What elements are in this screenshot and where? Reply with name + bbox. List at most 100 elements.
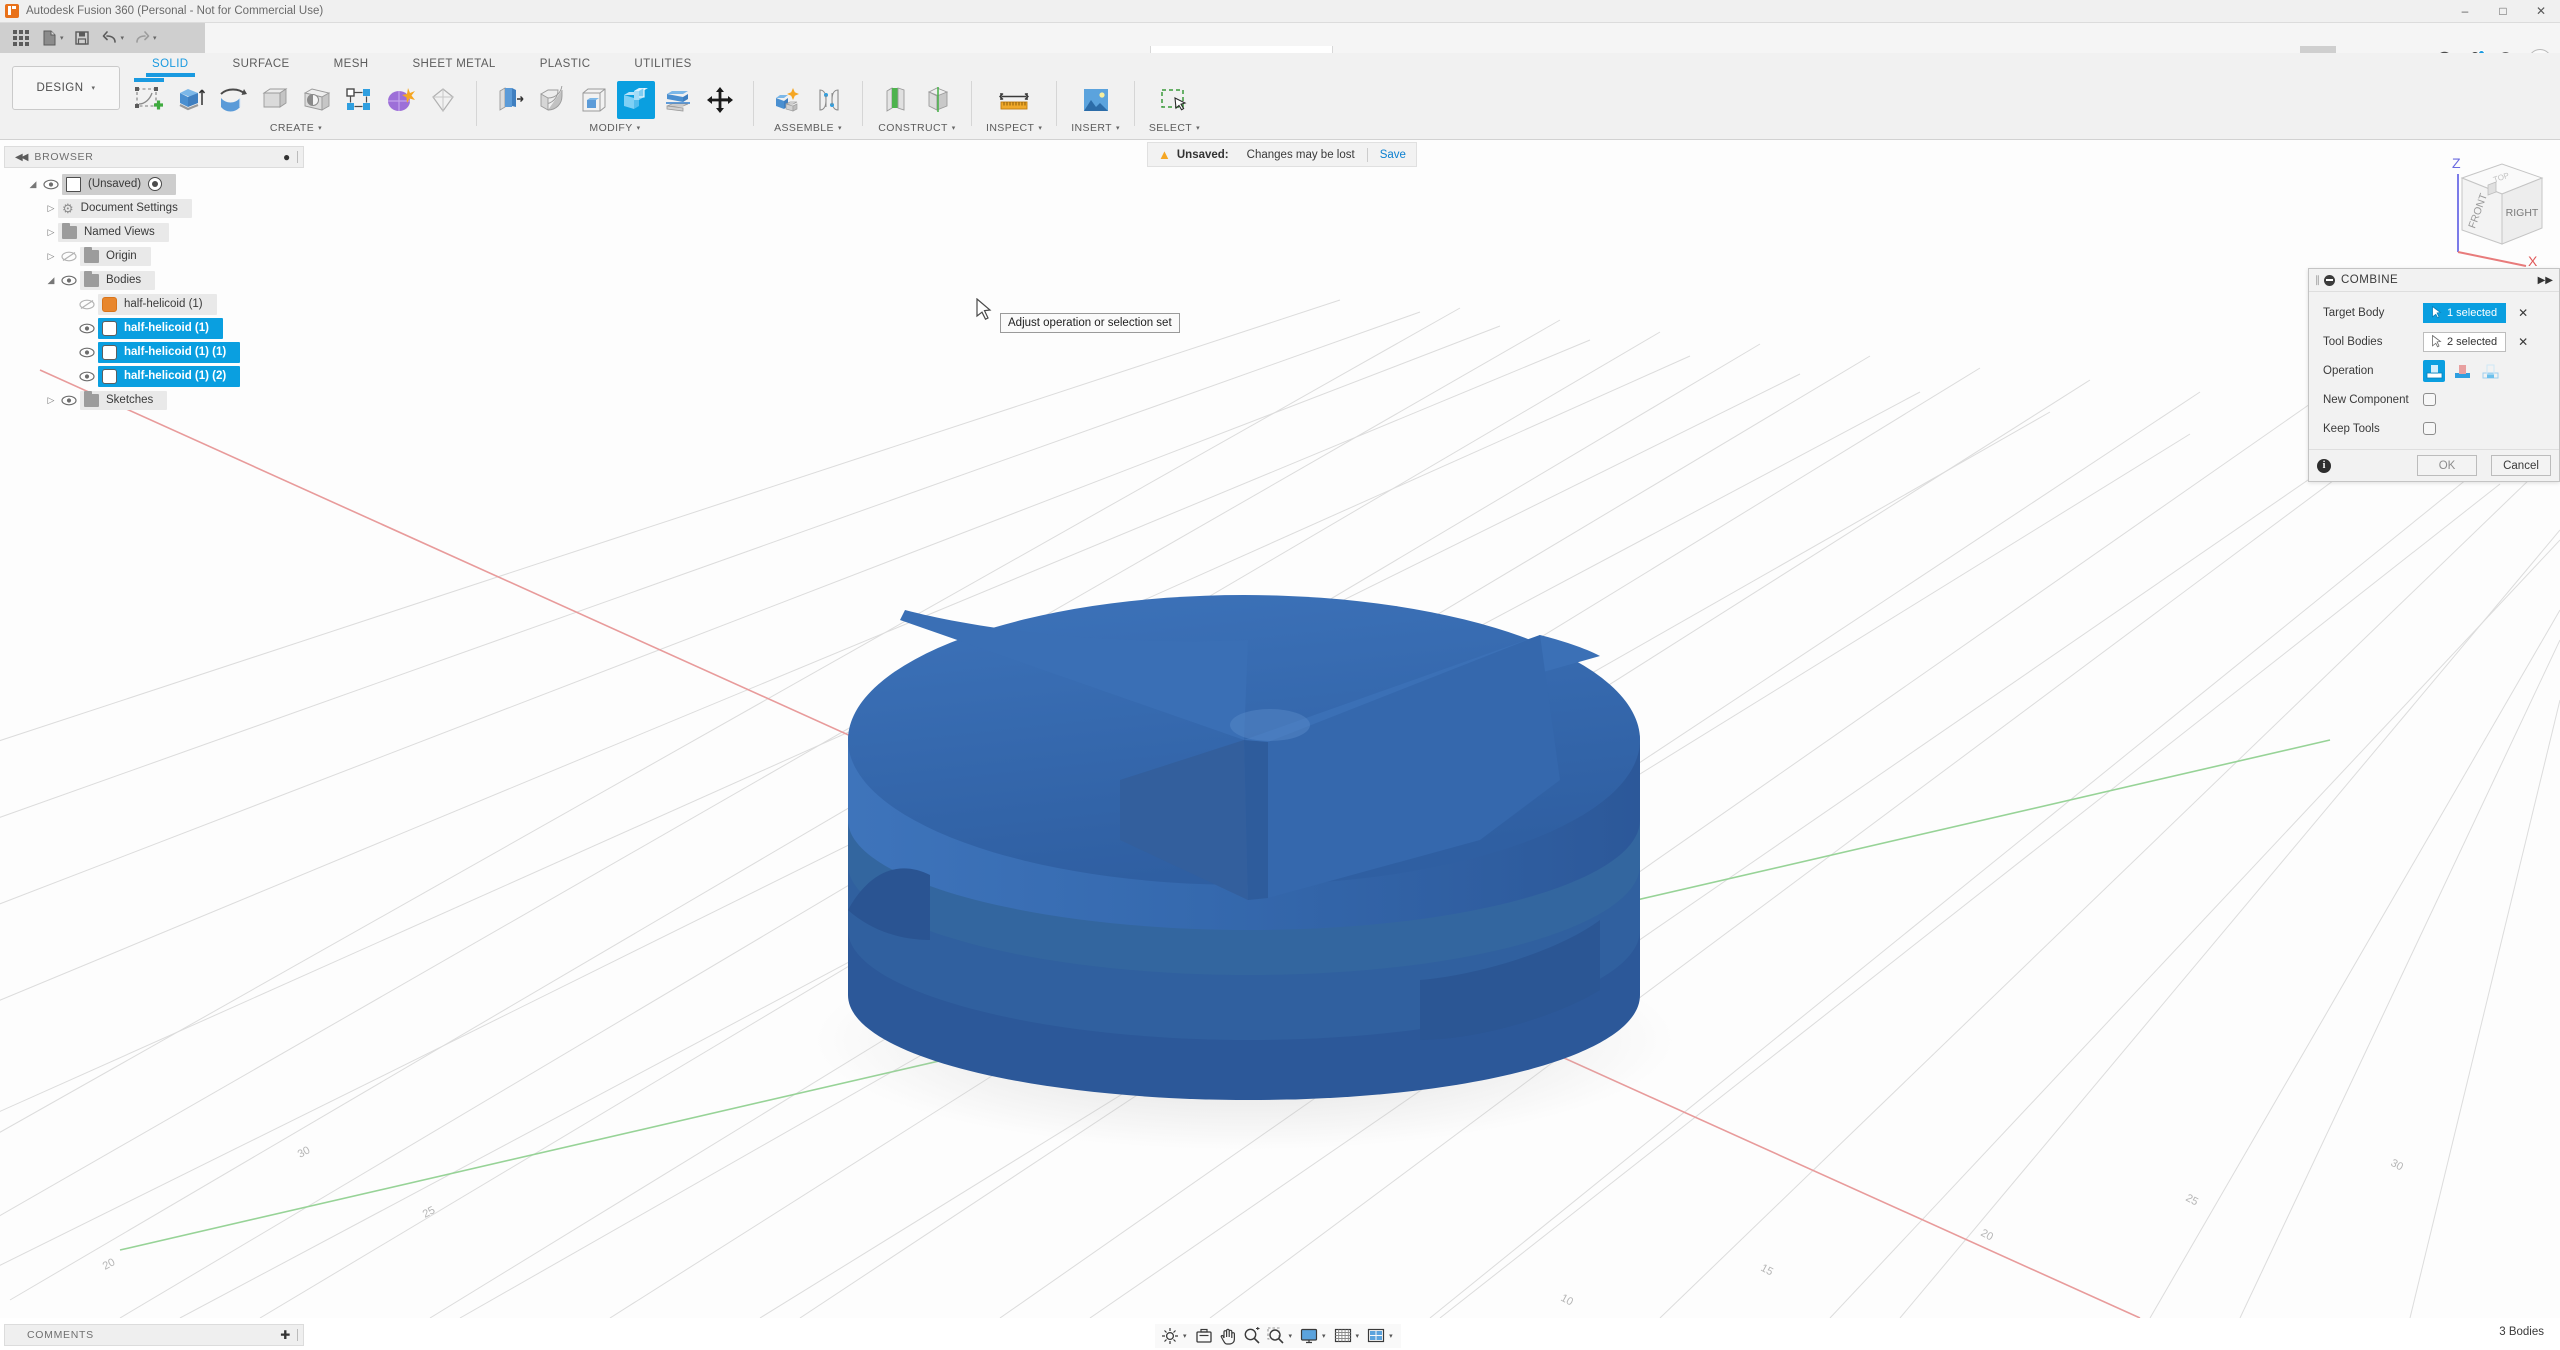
- create-form-icon[interactable]: [382, 81, 420, 119]
- cut-icon[interactable]: [2451, 360, 2473, 382]
- redo-caret[interactable]: ▾: [153, 34, 157, 42]
- tree-node-label-wrap[interactable]: ⚙ Document Settings: [58, 199, 192, 218]
- expand-right-icon[interactable]: ▶▶: [2538, 275, 2553, 286]
- panel-label-create[interactable]: CREATE ▾: [270, 122, 322, 134]
- redo-icon[interactable]: [129, 26, 155, 50]
- sweep-icon[interactable]: [256, 81, 294, 119]
- new-component-icon[interactable]: [768, 81, 806, 119]
- panel-grip[interactable]: [297, 151, 298, 163]
- expand-arrow-icon[interactable]: ▷: [44, 395, 58, 406]
- revolve-icon[interactable]: [214, 81, 252, 119]
- new-component-checkbox[interactable]: [2423, 393, 2436, 406]
- visibility-eye-off-icon[interactable]: [76, 299, 98, 310]
- viewports-icon[interactable]: [1365, 1325, 1387, 1347]
- hole-icon[interactable]: [298, 81, 336, 119]
- fillet-icon[interactable]: [533, 81, 571, 119]
- target-body-clear[interactable]: ✕: [2518, 306, 2528, 320]
- tab-sheet-metal[interactable]: SHEET METAL: [390, 56, 517, 73]
- expand-arrow-icon[interactable]: ▷: [44, 227, 58, 238]
- shell-icon[interactable]: [575, 81, 613, 119]
- chevron-down-icon[interactable]: ▾: [1183, 1332, 1187, 1340]
- intersect-icon[interactable]: [2479, 360, 2501, 382]
- tree-node-label-wrap[interactable]: Origin: [80, 247, 151, 266]
- chevron-down-icon[interactable]: ▾: [1356, 1332, 1360, 1340]
- cancel-button[interactable]: Cancel: [2491, 455, 2551, 476]
- close-button[interactable]: ✕: [2522, 0, 2560, 23]
- tree-node-bodies[interactable]: ◢ Bodies: [4, 268, 304, 292]
- visibility-eye-icon[interactable]: [40, 179, 62, 190]
- undo-icon[interactable]: [97, 26, 123, 50]
- expand-arrow-icon[interactable]: ◢: [44, 275, 58, 286]
- app-grid-icon[interactable]: [8, 26, 34, 50]
- panel-label-modify[interactable]: MODIFY ▾: [589, 122, 640, 134]
- visibility-eye-icon[interactable]: [58, 275, 80, 286]
- measure-icon[interactable]: [995, 81, 1033, 119]
- joint-icon[interactable]: [810, 81, 848, 119]
- undo-caret[interactable]: ▾: [121, 34, 125, 42]
- create-sketch-icon[interactable]: [130, 81, 168, 119]
- zoom-icon[interactable]: [1241, 1325, 1263, 1347]
- look-at-icon[interactable]: [1193, 1325, 1215, 1347]
- tool-bodies-clear[interactable]: ✕: [2518, 335, 2528, 349]
- expand-arrow-icon[interactable]: ▷: [44, 203, 58, 214]
- tree-node-body-0[interactable]: half-helicoid (1): [4, 292, 304, 316]
- viewport-canvas[interactable]: 30 25 20 15 10 5 10 15 20 25 30: [0, 140, 2560, 1318]
- tree-node-origin[interactable]: ▷ Origin: [4, 244, 304, 268]
- panel-settings-icon[interactable]: ●: [283, 150, 291, 164]
- workspace-switcher[interactable]: DESIGN ▾: [12, 66, 120, 110]
- tree-node-label-wrap[interactable]: half-helicoid (1) (1): [98, 342, 240, 363]
- create-mesh-icon[interactable]: [424, 81, 462, 119]
- panel-label-construct[interactable]: CONSTRUCT ▾: [878, 122, 955, 134]
- tree-node-unsaved[interactable]: ◢ (Unsaved): [4, 172, 304, 196]
- panel-label-assemble[interactable]: ASSEMBLE ▾: [774, 122, 842, 134]
- visibility-eye-icon[interactable]: [58, 395, 80, 406]
- grid-snaps-icon[interactable]: [1332, 1325, 1354, 1347]
- visibility-eye-icon[interactable]: [76, 323, 98, 334]
- panel-grip[interactable]: [297, 1329, 298, 1341]
- chevron-down-icon[interactable]: ▾: [1289, 1332, 1293, 1340]
- tree-node-label-wrap[interactable]: Sketches: [80, 391, 167, 410]
- chevron-down-icon[interactable]: ▾: [1322, 1332, 1326, 1340]
- keep-tools-checkbox[interactable]: [2423, 422, 2436, 435]
- view-cube[interactable]: Z X RIGHT FRONT TOP: [2432, 148, 2560, 268]
- expand-arrow-icon[interactable]: ▷: [44, 251, 58, 262]
- comments-panel[interactable]: COMMENTS ✚: [4, 1324, 304, 1346]
- move-copy-icon[interactable]: [701, 81, 739, 119]
- tool-bodies-selection[interactable]: 2 selected: [2423, 332, 2506, 352]
- visibility-eye-icon[interactable]: [76, 371, 98, 382]
- tree-node-label-wrap[interactable]: (Unsaved): [62, 174, 176, 195]
- expand-arrow-icon[interactable]: ◢: [26, 179, 40, 190]
- combine-dialog[interactable]: ∥ COMBINE ▶▶ Target Body 1 selected ✕ To…: [2308, 268, 2560, 482]
- combine-icon[interactable]: [617, 81, 655, 119]
- tree-node-label-wrap[interactable]: half-helicoid (1): [98, 318, 223, 339]
- tree-node-body-2[interactable]: half-helicoid (1) (1): [4, 340, 304, 364]
- tree-node-body-1[interactable]: half-helicoid (1): [4, 316, 304, 340]
- pattern-icon[interactable]: [340, 81, 378, 119]
- ok-button[interactable]: OK: [2417, 455, 2477, 476]
- tree-node-document-settings[interactable]: ▷ ⚙ Document Settings: [4, 196, 304, 220]
- tree-node-label-wrap[interactable]: Named Views: [58, 223, 169, 242]
- split-body-icon[interactable]: [659, 81, 697, 119]
- tab-utilities[interactable]: UTILITIES: [612, 56, 713, 73]
- tab-surface[interactable]: SURFACE: [211, 56, 312, 73]
- join-icon[interactable]: [2423, 360, 2445, 382]
- pan-icon[interactable]: [1217, 1325, 1239, 1347]
- panel-label-select[interactable]: SELECT ▾: [1149, 122, 1200, 134]
- orbit-icon[interactable]: [1159, 1325, 1181, 1347]
- new-document-icon[interactable]: [36, 26, 62, 50]
- activate-component-radio[interactable]: [148, 177, 162, 191]
- add-comment-icon[interactable]: ✚: [280, 1328, 291, 1342]
- maximize-button[interactable]: □: [2484, 0, 2522, 23]
- save-icon[interactable]: [69, 26, 95, 50]
- construct-axis-icon[interactable]: [919, 81, 957, 119]
- tree-node-label-wrap[interactable]: half-helicoid (1) (2): [98, 366, 240, 387]
- fit-icon[interactable]: [1265, 1325, 1287, 1347]
- info-icon[interactable]: i: [2317, 459, 2331, 473]
- minimize-button[interactable]: –: [2446, 0, 2484, 23]
- select-window-icon[interactable]: [1155, 81, 1193, 119]
- chevron-down-icon[interactable]: ▾: [1389, 1332, 1393, 1340]
- offset-plane-icon[interactable]: [877, 81, 915, 119]
- insert-image-icon[interactable]: [1077, 81, 1115, 119]
- tree-node-named-views[interactable]: ▷ Named Views: [4, 220, 304, 244]
- visibility-eye-off-icon[interactable]: [58, 251, 80, 262]
